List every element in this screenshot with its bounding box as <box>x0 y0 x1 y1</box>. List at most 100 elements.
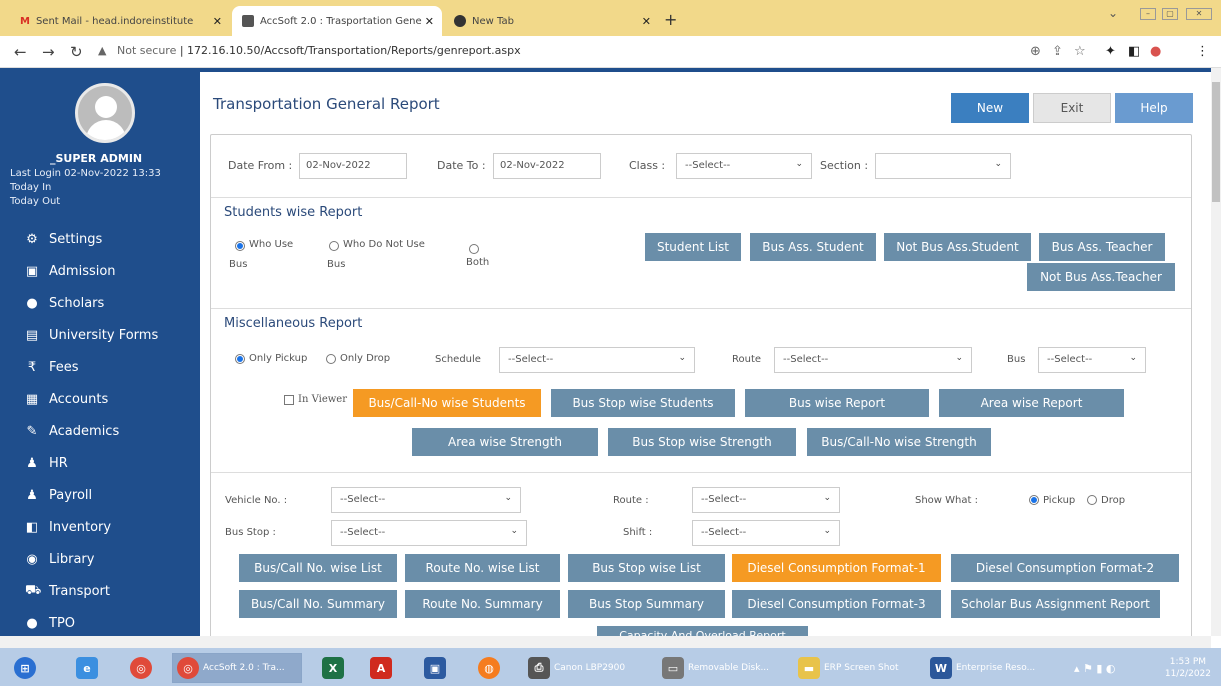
sidebar-item-university-forms[interactable]: ▤ University Forms <box>0 319 200 351</box>
taskbar-removable-disk[interactable]: ▭ Removable Disk... <box>658 653 786 683</box>
close-window-button[interactable]: ✕ <box>1186 8 1212 20</box>
back-icon[interactable]: ← <box>14 43 27 61</box>
close-tab-icon[interactable]: ✕ <box>425 15 434 28</box>
bus-call-no-wise-list-button[interactable]: Bus/Call No. wise List <box>239 554 397 582</box>
sidebar-item-scholars[interactable]: ● Scholars <box>0 287 200 319</box>
vehicle-route-select[interactable]: --Select-- ⌄ <box>692 487 840 513</box>
clock[interactable]: 1:53 PM 11/2/2022 <box>1165 656 1211 680</box>
url-field[interactable]: Not secure | 172.16.10.50/Accsoft/Transp… <box>117 44 521 57</box>
bus-stop-wise-strength-button[interactable]: Bus Stop wise Strength <box>608 428 796 456</box>
system-tray[interactable]: ▴ ⚑ ▮ ◐ <box>1070 653 1120 683</box>
diesel-consumption-format-2-button[interactable]: Diesel Consumption Format-2 <box>951 554 1179 582</box>
new-button[interactable]: New <box>951 93 1029 123</box>
new-tab-button[interactable]: + <box>664 10 677 29</box>
only-pickup-radio[interactable] <box>235 354 245 364</box>
shift-select[interactable]: --Select-- ⌄ <box>692 520 840 546</box>
bus-stop-select[interactable]: --Select-- ⌄ <box>331 520 527 546</box>
area-wise-strength-button[interactable]: Area wise Strength <box>412 428 598 456</box>
who-use-bus-radio[interactable] <box>235 241 245 251</box>
profile-icon[interactable]: ● <box>1150 44 1161 59</box>
sidebar-item-accounts[interactable]: ▦ Accounts <box>0 383 200 415</box>
exit-button[interactable]: Exit <box>1033 93 1111 123</box>
extensions-icon[interactable]: ✦ <box>1105 44 1116 59</box>
diesel-consumption-format-3-button[interactable]: Diesel Consumption Format-3 <box>732 590 941 618</box>
taskbar-word[interactable]: W Enterprise Reso... <box>926 653 1054 683</box>
share-icon[interactable]: ⇪ <box>1052 44 1063 59</box>
sidebar-item-library[interactable]: ◉ Library <box>0 543 200 575</box>
taskbar-printer[interactable]: ⎙ Canon LBP2900 <box>524 653 648 683</box>
bus-ass-teacher-button[interactable]: Bus Ass. Teacher <box>1039 233 1165 261</box>
bus-stop-wise-list-button[interactable]: Bus Stop wise List <box>568 554 725 582</box>
taskbar-firefox[interactable]: ◍ <box>474 653 504 683</box>
scholar-bus-assignment-report-button[interactable]: Scholar Bus Assignment Report <box>951 590 1160 618</box>
bus-stop-summary-button[interactable]: Bus Stop Summary <box>568 590 725 618</box>
bus-stop-wise-students-button[interactable]: Bus Stop wise Students <box>551 389 735 417</box>
bus-wise-report-button[interactable]: Bus wise Report <box>745 389 929 417</box>
taskbar-acrobat[interactable]: A <box>366 653 396 683</box>
in-viewer-checkbox[interactable] <box>284 395 294 405</box>
date-from-input[interactable]: 02-Nov-2022 <box>299 153 407 179</box>
sidebar-item-admission[interactable]: ▣ Admission <box>0 255 200 287</box>
route-no-wise-list-button[interactable]: Route No. wise List <box>405 554 560 582</box>
tab-sent-mail[interactable]: M Sent Mail - head.indoreinstitute ✕ <box>10 6 230 36</box>
bus-call-no-summary-button[interactable]: Bus/Call No. Summary <box>239 590 397 618</box>
sidebar-item-label: Accounts <box>49 391 109 407</box>
minimize-button[interactable]: – <box>1140 8 1156 20</box>
taskbar-erp-folder[interactable]: ▬ ERP Screen Shot <box>794 653 918 683</box>
pickup-radio[interactable] <box>1029 495 1039 505</box>
close-tab-icon[interactable]: ✕ <box>213 15 222 28</box>
horizontal-scrollbar[interactable] <box>0 636 1211 648</box>
section-select[interactable]: ⌄ <box>875 153 1011 179</box>
close-tab-icon[interactable]: ✕ <box>642 15 651 28</box>
sidebar-item-inventory[interactable]: ◧ Inventory <box>0 511 200 543</box>
vertical-scrollbar[interactable] <box>1211 68 1221 636</box>
start-button[interactable]: ⊞ <box>10 653 40 683</box>
bus-ass-student-button[interactable]: Bus Ass. Student <box>750 233 876 261</box>
diesel-consumption-format-1-button[interactable]: Diesel Consumption Format-1 <box>732 554 941 582</box>
class-select[interactable]: --Select-- ⌄ <box>676 153 812 179</box>
drop-radio[interactable] <box>1087 495 1097 505</box>
student-list-button[interactable]: Student List <box>645 233 741 261</box>
schedule-select[interactable]: --Select-- ⌄ <box>499 347 695 373</box>
both-radio[interactable] <box>469 244 479 254</box>
chevron-down-icon: ⌄ <box>994 159 1002 169</box>
tab-search-icon[interactable]: ⌄ <box>1108 6 1118 20</box>
tab-accsoft[interactable]: AccSoft 2.0 : Trasportation Gene ✕ <box>232 6 442 36</box>
bus-select[interactable]: --Select-- ⌄ <box>1038 347 1146 373</box>
taskbar-excel[interactable]: X <box>318 653 348 683</box>
area-wise-report-button[interactable]: Area wise Report <box>939 389 1124 417</box>
sidebar-item-hr[interactable]: ♟ HR <box>0 447 200 479</box>
taskbar-ie[interactable]: e <box>72 653 102 683</box>
only-drop-radio[interactable] <box>326 354 336 364</box>
not-bus-ass-teacher-button[interactable]: Not Bus Ass.Teacher <box>1027 263 1175 291</box>
sidebar-item-payroll[interactable]: ♟ Payroll <box>0 479 200 511</box>
tab-new-tab[interactable]: New Tab ✕ <box>444 6 659 36</box>
taskbar-app[interactable]: ▣ <box>420 653 450 683</box>
maximize-button[interactable]: ▢ <box>1162 8 1178 20</box>
taskbar-accsoft[interactable]: ◎ AccSoft 2.0 : Tra... <box>172 653 302 683</box>
bus-call-no-wise-students-button[interactable]: Bus/Call-No wise Students <box>353 389 541 417</box>
shift-label: Shift : <box>623 527 653 538</box>
star-icon[interactable]: ☆ <box>1074 44 1086 59</box>
help-button[interactable]: Help <box>1115 93 1193 123</box>
forward-icon[interactable]: → <box>42 43 55 61</box>
date-to-input[interactable]: 02-Nov-2022 <box>493 153 601 179</box>
route-select[interactable]: --Select-- ⌄ <box>774 347 972 373</box>
reload-icon[interactable]: ↻ <box>70 43 83 61</box>
menu-icon[interactable]: ⋮ <box>1196 44 1209 59</box>
zoom-icon[interactable]: ⊕ <box>1030 44 1041 59</box>
sidebar-item-tpo[interactable]: ● TPO <box>0 607 200 639</box>
not-bus-ass-student-button[interactable]: Not Bus Ass.Student <box>884 233 1031 261</box>
sidebar-item-academics[interactable]: ✎ Academics <box>0 415 200 447</box>
bus-call-no-wise-strength-button[interactable]: Bus/Call-No wise Strength <box>807 428 991 456</box>
who-not-use-bus-radio[interactable] <box>329 241 339 251</box>
warning-icon: ▲ <box>98 44 107 57</box>
sidebar-item-fees[interactable]: ₹ Fees <box>0 351 200 383</box>
sidepanel-icon[interactable]: ◧ <box>1128 44 1140 59</box>
sidebar-item-transport[interactable]: ⛟ Transport <box>0 575 200 607</box>
printer-icon: ⎙ <box>528 657 550 679</box>
sidebar-item-settings[interactable]: ⚙ Settings <box>0 223 200 255</box>
route-no-summary-button[interactable]: Route No. Summary <box>405 590 560 618</box>
taskbar-chrome[interactable]: ◎ <box>126 653 156 683</box>
vehicle-no-select[interactable]: --Select-- ⌄ <box>331 487 521 513</box>
